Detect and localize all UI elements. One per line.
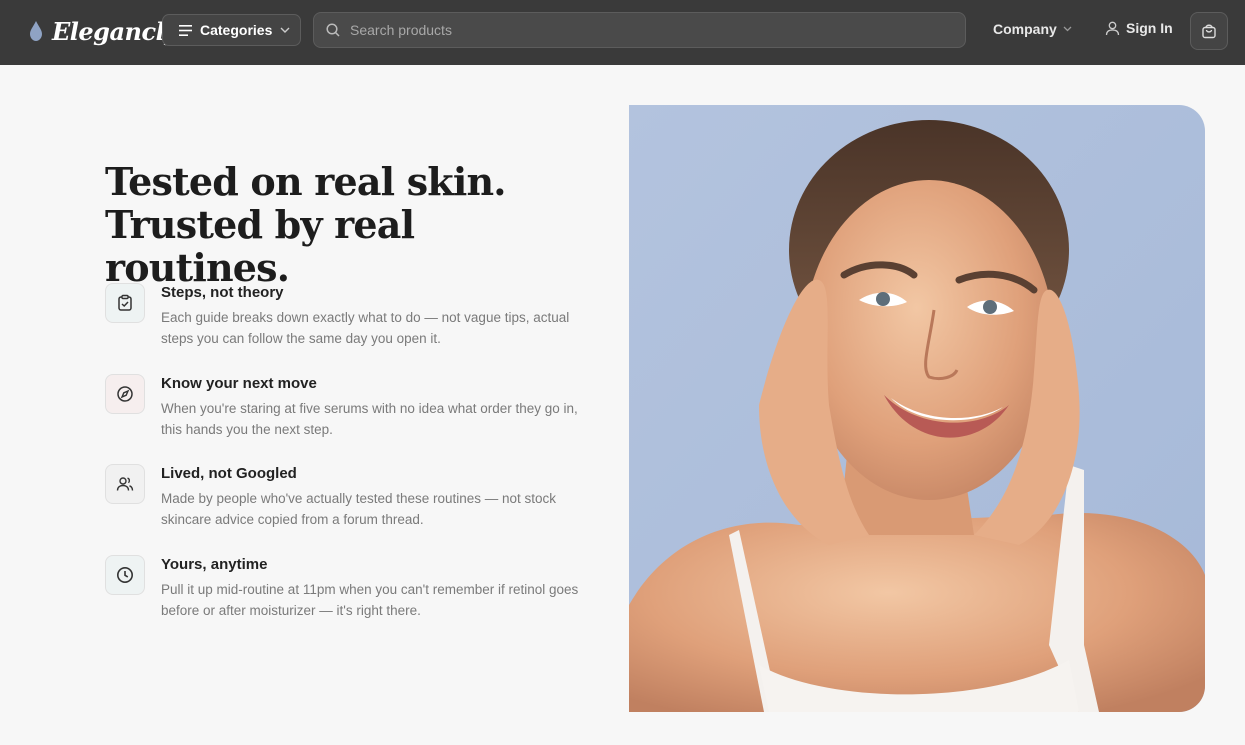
clipboard-check-icon [118,294,132,311]
smiling-woman-illustration [629,105,1205,712]
user-icon [1105,21,1120,35]
feature-description: Made by people who've actually tested th… [161,491,557,527]
search-icon [326,23,340,37]
droplet-icon [30,21,42,41]
feature-title: Lived, not Googled [161,465,297,482]
chevron-down-icon [1063,26,1072,32]
search-bar[interactable] [313,12,966,48]
feature-title: Steps, not theory [161,284,284,301]
top-navbar: Elegancly Categories Company Sign In [0,0,1245,65]
cart-button[interactable] [1190,12,1228,50]
chevron-down-icon [280,27,290,33]
feature-icon-box [105,464,145,504]
company-menu[interactable]: Company [993,21,1072,37]
search-input[interactable] [350,22,940,38]
shopping-bag-icon [1202,24,1216,39]
hero-heading: Tested on real skin. Trusted by real rou… [105,159,507,290]
categories-label: Categories [200,22,273,38]
categories-button[interactable]: Categories [162,14,301,46]
hero-photo [629,105,1205,712]
sign-in-link[interactable]: Sign In [1105,20,1173,36]
logo-text: Elegancly [52,16,178,46]
menu-icon [179,24,192,36]
feature-title: Yours, anytime [161,556,268,573]
logo[interactable]: Elegancly [28,14,178,48]
sign-in-label: Sign In [1126,20,1173,36]
feature-title: Know your next move [161,375,317,392]
feature-icon-box [105,555,145,595]
company-label: Company [993,21,1057,37]
feature-icon-box [105,283,145,323]
feature-icon-box [105,374,145,414]
compass-icon [117,386,133,402]
users-icon [116,477,134,491]
feature-description: Each guide breaks down exactly what to d… [161,310,570,346]
clock-icon [117,567,133,583]
feature-description: When you're staring at five serums with … [161,401,578,437]
feature-description: Pull it up mid-routine at 11pm when you … [161,582,579,618]
